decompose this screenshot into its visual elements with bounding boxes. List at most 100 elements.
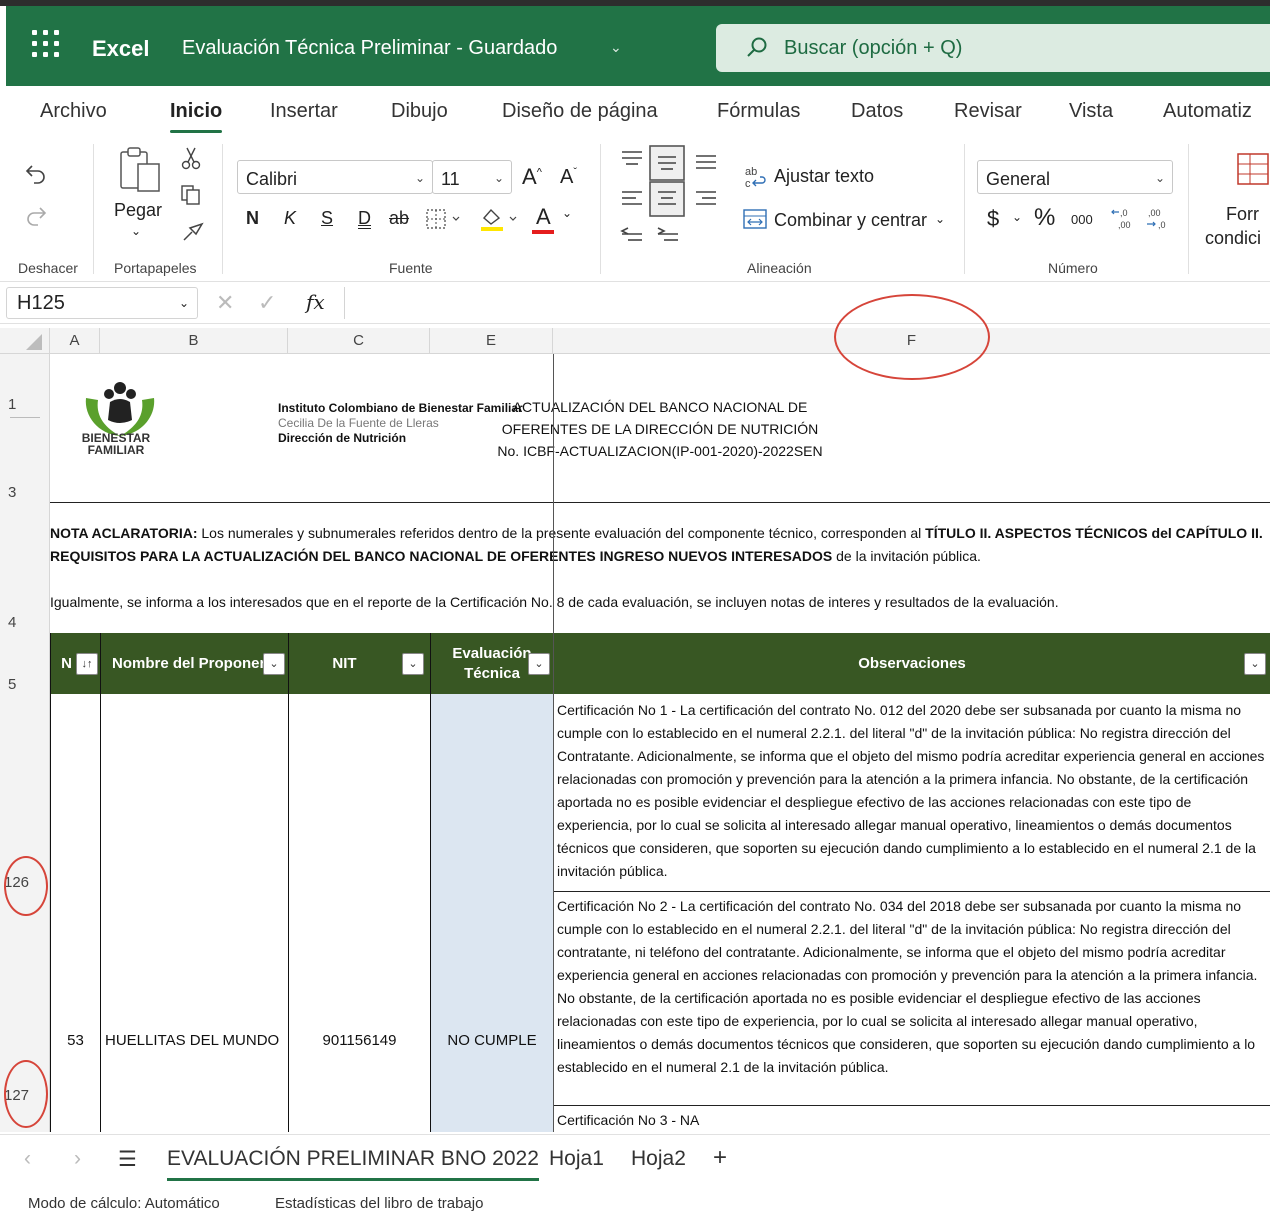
chevron-down-icon[interactable]: ⌄ [935, 212, 945, 226]
thousands-button[interactable]: 000 [1071, 212, 1093, 227]
app-name[interactable]: Excel [92, 36, 150, 62]
font-color-button[interactable]: A [536, 204, 551, 230]
cancel-icon[interactable]: ✕ [216, 290, 234, 316]
cut-icon[interactable] [181, 146, 201, 170]
cell-observation-1[interactable]: Certificación No 1 - La certificación de… [553, 696, 1270, 892]
all-sheets-menu-icon[interactable]: ☰ [118, 1147, 137, 1172]
merge-center-icon[interactable] [743, 209, 767, 229]
tab-formulas[interactable]: Fórmulas [717, 100, 800, 123]
cell-observation-3[interactable]: Certificación No 3 - NA [553, 1106, 1270, 1132]
worksheet-grid[interactable]: BIENESTAR FAMILIAR Instituto Colombiano … [50, 354, 1270, 1132]
percent-button[interactable]: % [1034, 204, 1055, 232]
copy-icon[interactable] [180, 184, 202, 206]
column-header-e[interactable]: E [430, 328, 553, 354]
chevron-down-icon[interactable]: ⌄ [1012, 210, 1022, 224]
search-box[interactable]: Buscar (opción + Q) [716, 24, 1270, 72]
name-box[interactable]: H125 ⌄ [6, 287, 198, 319]
merge-center-button[interactable]: Combinar y centrar [774, 210, 927, 231]
chevron-down-icon[interactable]: ⌄ [610, 39, 622, 56]
italic-button[interactable]: K [284, 208, 296, 229]
header-nit[interactable]: NIT ⌄ [289, 633, 431, 694]
filter-dropdown-icon[interactable]: ⌄ [528, 653, 550, 675]
row-header-1[interactable]: 1 [0, 396, 50, 413]
font-size-select[interactable]: 11 ⌄ [432, 160, 512, 194]
sheet-tab-evaluacion[interactable]: EVALUACIÓN PRELIMINAR BNO 2022 [167, 1147, 539, 1181]
tab-datos[interactable]: Datos [851, 100, 903, 123]
conditional-format-label-2[interactable]: condici [1205, 228, 1261, 249]
tab-insertar[interactable]: Insertar [270, 100, 338, 123]
tab-automatizar[interactable]: Automatiz [1163, 100, 1252, 123]
function-icon[interactable]: fx [306, 290, 325, 314]
prev-sheet-icon[interactable]: ‹ [24, 1147, 31, 1171]
check-icon[interactable]: ✓ [258, 290, 276, 316]
row-header-3[interactable]: 3 [0, 484, 50, 501]
font-name-select[interactable]: Calibri ⌄ [237, 160, 433, 194]
strikethrough-button[interactable]: ab [389, 208, 409, 229]
calc-mode[interactable]: Modo de cálculo: Automático [28, 1195, 220, 1212]
add-sheet-icon[interactable]: + [713, 1144, 727, 1172]
app-launcher-icon[interactable] [32, 30, 60, 58]
column-header-a[interactable]: A [50, 328, 100, 354]
filter-dropdown-icon[interactable]: ⌄ [402, 653, 424, 675]
search-icon [747, 37, 767, 57]
undo-icon[interactable] [24, 162, 48, 186]
header-evaluacion[interactable]: Evaluación Técnica ⌄ [431, 633, 554, 694]
svg-text:,00: ,00 [1148, 208, 1161, 218]
cell-record-name[interactable]: HUELLITAS DEL MUNDO [101, 1028, 288, 1052]
number-format-select[interactable]: General ⌄ [977, 160, 1173, 194]
paste-label[interactable]: Pegar [114, 200, 162, 221]
tab-archivo[interactable]: Archivo [40, 100, 107, 123]
row-header-5[interactable]: 5 [0, 676, 50, 693]
fill-color-icon[interactable] [478, 204, 522, 232]
select-all-corner[interactable] [0, 328, 50, 354]
increase-font-icon[interactable]: A^ [522, 164, 542, 190]
tab-vista[interactable]: Vista [1069, 100, 1113, 123]
cell-no-border [50, 694, 101, 1132]
conditional-format-icon[interactable] [1236, 152, 1270, 188]
format-painter-icon[interactable] [180, 220, 204, 244]
header-no[interactable]: N ↓↑ [50, 633, 101, 694]
formula-input[interactable] [344, 287, 1270, 319]
tab-inicio[interactable]: Inicio [170, 100, 223, 133]
column-header-b[interactable]: B [100, 328, 288, 354]
double-underline-button[interactable]: D [358, 208, 371, 229]
cell-record-no[interactable]: 53 [50, 1028, 101, 1052]
wrap-text-icon[interactable]: abc [744, 164, 768, 190]
filter-dropdown-icon[interactable]: ⌄ [263, 653, 285, 675]
paste-icon[interactable] [118, 146, 162, 194]
chevron-down-icon[interactable]: ⌄ [562, 206, 572, 220]
conditional-format-label-1[interactable]: Forr [1226, 204, 1259, 225]
cell-observation-2[interactable]: Certificación No 2 - La certificación de… [553, 892, 1270, 1106]
filter-dropdown-icon[interactable]: ⌄ [1244, 653, 1266, 675]
chevron-down-icon[interactable]: ⌄ [131, 224, 141, 238]
document-title[interactable]: Evaluación Técnica Preliminar - Guardado [182, 37, 557, 60]
row-header-4[interactable]: 4 [0, 614, 50, 631]
underline-button[interactable]: S [321, 208, 333, 229]
next-sheet-icon[interactable]: › [74, 1147, 81, 1171]
sheet-tab-hoja2[interactable]: Hoja2 [631, 1147, 686, 1171]
wrap-text-button[interactable]: Ajustar texto [774, 166, 874, 187]
header-observaciones[interactable]: Observaciones ⌄ [554, 633, 1270, 694]
decrease-font-icon[interactable]: Aˇ [560, 166, 577, 189]
chevron-down-icon: ⌄ [414, 171, 425, 185]
tab-dibujo[interactable]: Dibujo [391, 100, 448, 123]
sort-filter-icon[interactable]: ↓↑ [76, 653, 98, 675]
cell-record-nit[interactable]: 901156149 [289, 1028, 430, 1052]
sheet-tab-hoja1[interactable]: Hoja1 [549, 1147, 604, 1171]
name-box-value: H125 [17, 292, 65, 314]
borders-icon[interactable] [425, 208, 465, 230]
tab-diseno-pagina[interactable]: Diseño de página [502, 100, 658, 123]
currency-button[interactable]: $ [987, 206, 999, 232]
cell-record-evaluation[interactable]: NO CUMPLE [431, 1028, 553, 1052]
header-proponente[interactable]: Nombre del Proponer ⌄ [101, 633, 289, 694]
increase-decimal-icon[interactable]: ,0,00 [1110, 206, 1136, 232]
alignment-icons[interactable] [618, 144, 722, 252]
header-observaciones-label: Observaciones [858, 654, 966, 672]
bold-button[interactable]: N [246, 208, 259, 229]
decrease-decimal-icon[interactable]: ,00,0 [1144, 206, 1170, 232]
workbook-stats[interactable]: Estadísticas del libro de trabajo [275, 1195, 483, 1212]
tab-revisar[interactable]: Revisar [954, 100, 1022, 123]
redo-icon[interactable] [24, 204, 48, 228]
separator [1188, 144, 1189, 274]
column-header-c[interactable]: C [288, 328, 430, 354]
